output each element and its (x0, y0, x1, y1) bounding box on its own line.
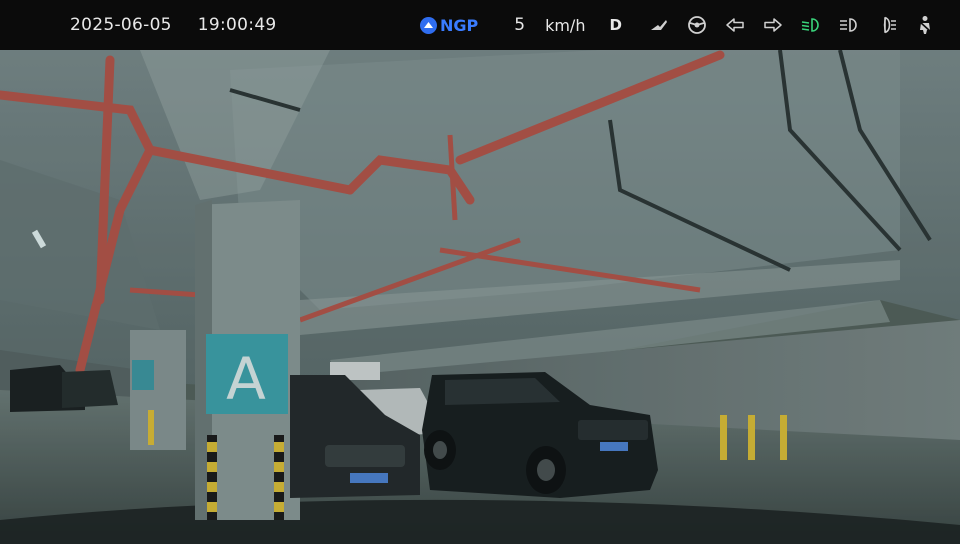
seatbelt-icon (914, 14, 936, 36)
time-display: 19:00:49 (197, 15, 277, 35)
low-beam-icon (800, 14, 822, 36)
turn-left-icon (724, 14, 746, 36)
ngp-indicator: NGP (420, 16, 478, 35)
high-beam-icon (838, 14, 860, 36)
parking-garage-camera-view: A (0, 50, 960, 544)
steering-wheel-icon (686, 14, 708, 36)
status-indicators: NGP 5 km/h D (420, 0, 936, 50)
date-display: 2025-06-05 (70, 15, 172, 35)
ngp-label: NGP (440, 15, 479, 35)
fog-light-icon (876, 14, 898, 36)
speed-unit: km/h (545, 15, 586, 35)
dashcam-frame: 2025-06-05 19:00:49 NGP 5 km/h D A (0, 0, 960, 544)
status-bar: 2025-06-05 19:00:49 NGP 5 km/h D (0, 0, 960, 50)
speed-value: 5 (514, 15, 526, 35)
ngp-icon (420, 16, 437, 34)
turn-right-icon (762, 14, 784, 36)
gear-indicator: D (609, 16, 622, 34)
road-sign-icon (648, 14, 670, 36)
